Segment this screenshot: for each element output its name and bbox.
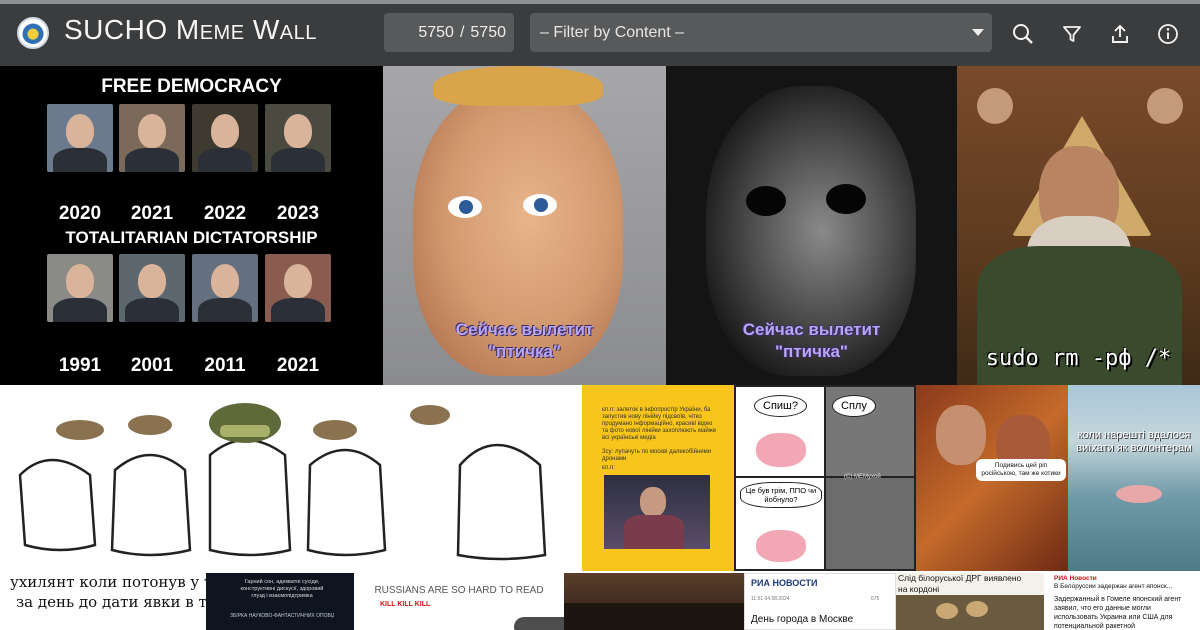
meme-tile-yellow-post[interactable]: єп.п: залеток в інфопростір України, ба … — [582, 385, 734, 571]
meme-tile-flork-caption: ухилянт коли потонув у тисі за день до д… — [0, 573, 206, 630]
post-text: єп.п: — [602, 465, 615, 471]
search-icon[interactable] — [1010, 21, 1036, 47]
book-badge: ЗБІРКА НАУКОВО-ФАНТАСТИЧНИХ ОПОВІДАНЬ — [230, 613, 334, 619]
eye-image — [826, 184, 866, 214]
meme-tile-ria-belarus[interactable]: РИА Новости В Белоруссии задержан агент … — [1044, 573, 1200, 630]
speech-bubble: Це був грім, ППО чи йобнуло? — [740, 482, 822, 508]
portrait-image — [265, 254, 331, 322]
meme-caption-line1: Сейчас вылетит — [455, 320, 594, 339]
brain-image — [756, 530, 806, 562]
speech-bubble: Подивись цей ріп російською, там же коти… — [976, 459, 1066, 481]
meme-counter[interactable]: 5750 / 5750 — [384, 13, 514, 52]
meme-tile-night-sky[interactable]: Гарний сон, адекватні сусіди, конструкти… — [206, 573, 354, 630]
year-label: 2011 — [204, 355, 246, 376]
portrait-image — [265, 104, 331, 172]
top-bar: SUCHO Meme Wall 5750 / 5750 – Filter by … — [0, 0, 1200, 66]
year-label: 2021 — [276, 355, 320, 376]
pupil-image — [534, 198, 548, 212]
book-text: Гарний сон, адекватні сусіди, конструкти… — [240, 579, 324, 599]
counter-total: 5750 — [470, 23, 506, 41]
ria-line: В Белоруссии задержан агент японск... — [1054, 583, 1173, 590]
meme-caption-top: FREE DEMOCRACY — [101, 76, 282, 97]
meme-tile-ria[interactable]: РИА НОВОСТИ 11:51 04.08.2024 675 День го… — [744, 573, 896, 630]
year-label: 2001 — [130, 355, 174, 376]
meme-title: RUSSIANS ARE SO HARD TO READ — [374, 585, 544, 596]
meme-tile-boat[interactable]: коли нарешті вдалося виїхати як волонтер… — [1068, 385, 1200, 571]
angel-image — [1147, 88, 1183, 124]
meme-red-text: KILL KILL KILL — [380, 601, 431, 608]
portrait-image — [119, 104, 185, 172]
eye-image — [746, 186, 786, 216]
figure-image — [936, 405, 986, 465]
ria-brand: РИА НОВОСТИ — [751, 578, 818, 588]
meme-caption-line2: "птичка" — [775, 342, 848, 361]
meme-tile-brain[interactable]: Спиш? Сплу Це був грім, ППО чи йобнуло? … — [734, 385, 916, 571]
portrait-image — [119, 254, 185, 322]
meme-caption-line1: Слід білоруської ДРГ виявлено — [898, 573, 1022, 583]
post-text: Зсу: лупачуть по москві далекобійними др… — [602, 449, 712, 462]
meme-caption-line1: Сейчас вылетит — [742, 320, 881, 339]
meme-tile-incredible-light[interactable]: Сейчас вылетит "птичка" — [383, 66, 666, 385]
meme-tile-democracy[interactable]: FREE DEMOCRACY 2020 2021 2022 2023 TOTAL… — [0, 66, 383, 385]
meme-caption: коли нарешті вдалося виїхати як волонтер… — [1076, 429, 1192, 454]
post-text: єп.п: залеток в інфопростір України, ба … — [602, 407, 717, 441]
meme-caption-line2: на кордоні — [898, 584, 940, 594]
app-title: SUCHO Meme Wall — [64, 14, 317, 45]
post-photo-image — [604, 475, 710, 549]
meme-caption-line1: ухилянт коли потонув у тисі — [10, 573, 206, 591]
counter-separator: / — [459, 23, 465, 41]
hall-image — [564, 603, 744, 630]
speech-bubble: Сплу — [832, 395, 876, 417]
meme-tile-hall[interactable] — [564, 573, 744, 630]
ria-date: 11:51 04.08.2024 — [751, 596, 790, 602]
chevron-down-icon — [972, 29, 984, 36]
content-filter-select[interactable]: – Filter by Content – — [530, 13, 992, 52]
meme-wall: FREE DEMOCRACY 2020 2021 2022 2023 TOTAL… — [0, 66, 1200, 630]
counter-current: 5750 — [418, 23, 454, 41]
ria-body: Задержанный в Гомеле японский агент заяв… — [1054, 596, 1182, 630]
filter-icon[interactable] — [1059, 21, 1085, 47]
meme-caption-middle: TOTALITARIAN DICTATORSHIP — [65, 228, 318, 247]
ria-headline: День города в Москве — [751, 614, 854, 625]
ria-brand: РИА Новости — [1054, 575, 1097, 582]
brain-image — [756, 433, 806, 467]
overlay-control — [514, 617, 564, 630]
sucho-logo-icon[interactable] — [17, 17, 49, 49]
angel-image — [977, 88, 1013, 124]
meme-tile-incredible-dark[interactable]: Сейчас вылетит "птичка" — [666, 66, 957, 385]
meme-caption: sudo rm -рф /* — [985, 346, 1172, 371]
portrait-image — [47, 104, 113, 172]
meme-tile-flork[interactable]: ухилянт коли потонув у тисі — [0, 385, 582, 573]
year-label: 2023 — [276, 203, 320, 224]
flork-drawing-image — [18, 403, 547, 561]
meme-tile-jesus-devil[interactable]: Подивись цей ріп російською, там же коти… — [916, 385, 1068, 571]
comic-credit: (С) МЕМухой — [844, 474, 881, 480]
speech-bubble: Спиш? — [754, 395, 807, 417]
meme-caption-line2: "птичка" — [488, 342, 561, 361]
filter-selected: – Filter by Content – — [540, 23, 685, 41]
meme-tile-russians[interactable]: RUSSIANS ARE SO HARD TO READ KILL KILL K… — [354, 573, 564, 630]
portrait-image — [192, 254, 258, 322]
portrait-image — [192, 104, 258, 172]
year-label: 2021 — [130, 203, 174, 224]
share-icon[interactable] — [1107, 21, 1133, 47]
meme-tile-potatoes[interactable]: Слід білоруської ДРГ виявлено на кордоні — [896, 573, 1044, 630]
pupil-image — [459, 200, 473, 214]
meme-tile-icon[interactable]: sudo rm -рф /* — [957, 66, 1200, 385]
meme-caption-line2: за день до дати явки в тцк — [16, 593, 206, 611]
year-label: 1991 — [58, 355, 102, 376]
cartoon-hair-image — [433, 66, 603, 106]
year-label: 2020 — [58, 203, 102, 224]
info-icon[interactable] — [1155, 21, 1181, 47]
year-label: 2022 — [203, 203, 247, 224]
pig-image — [1116, 485, 1162, 503]
portrait-image — [47, 254, 113, 322]
ria-count: 675 — [871, 596, 880, 602]
potatoes-image — [896, 595, 1044, 630]
